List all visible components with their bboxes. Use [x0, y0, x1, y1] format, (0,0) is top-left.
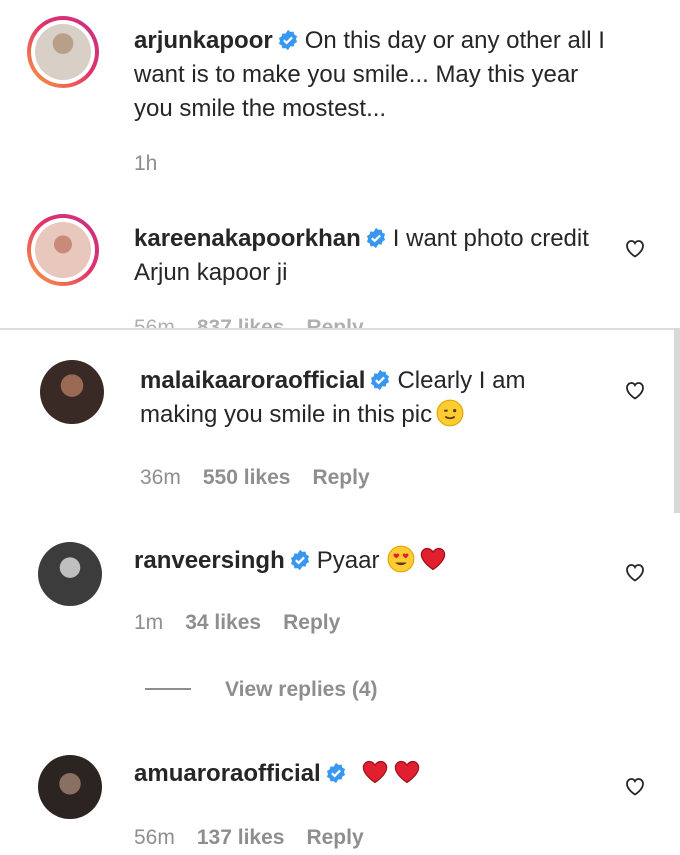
- comment-time: 36m: [140, 466, 181, 489]
- heart-outline-icon[interactable]: [622, 774, 648, 798]
- heart-outline-icon[interactable]: [622, 378, 648, 402]
- comment-username[interactable]: arjunkapoor: [134, 27, 273, 54]
- comment-text: Pyaar: [316, 547, 380, 574]
- overlay-edge: [674, 328, 680, 513]
- verified-badge-icon: [366, 227, 385, 249]
- red-heart-emoji: [362, 760, 387, 784]
- wink-emoji: [436, 399, 464, 427]
- reply-button[interactable]: Reply: [306, 826, 363, 849]
- avatar[interactable]: [38, 542, 102, 606]
- view-replies-label: View replies (4): [225, 678, 378, 701]
- avatar[interactable]: [40, 360, 104, 424]
- verified-badge-icon: [278, 29, 297, 51]
- comment-likes[interactable]: 34 likes: [185, 611, 261, 634]
- replies-line: [145, 688, 191, 690]
- heart-outline-icon[interactable]: [622, 560, 648, 584]
- reply-button[interactable]: Reply: [306, 316, 363, 328]
- comment-time: 1m: [134, 611, 164, 634]
- comment-time: 1h: [134, 152, 158, 175]
- avatar[interactable]: [27, 214, 99, 286]
- verified-badge-icon: [290, 549, 309, 571]
- comment-username[interactable]: kareenakapoorkhan: [134, 225, 361, 252]
- avatar[interactable]: [27, 16, 99, 88]
- avatar[interactable]: [38, 755, 102, 819]
- comment-time: 56m: [134, 826, 175, 849]
- comment-likes[interactable]: 137 likes: [197, 826, 285, 849]
- reply-button[interactable]: Reply: [283, 611, 340, 634]
- heart-eyes-emoji: [388, 545, 415, 573]
- comment-likes[interactable]: 837 likes: [197, 316, 285, 328]
- verified-badge-icon: [371, 369, 390, 391]
- comment-username[interactable]: amuaroraofficial: [134, 760, 321, 787]
- comment-time: 56m: [134, 316, 175, 328]
- comment-username[interactable]: ranveersingh: [134, 547, 285, 574]
- heart-outline-icon[interactable]: [622, 236, 648, 260]
- red-heart-emoji: [421, 547, 446, 571]
- divider: [0, 328, 680, 330]
- reply-button[interactable]: Reply: [312, 466, 369, 489]
- red-heart-emoji: [394, 760, 419, 784]
- comment-likes[interactable]: 550 likes: [203, 466, 291, 489]
- verified-badge-icon: [326, 762, 345, 784]
- comment-username[interactable]: malaikaaroraofficial: [140, 367, 365, 394]
- view-replies-button[interactable]: View replies (4): [145, 678, 378, 702]
